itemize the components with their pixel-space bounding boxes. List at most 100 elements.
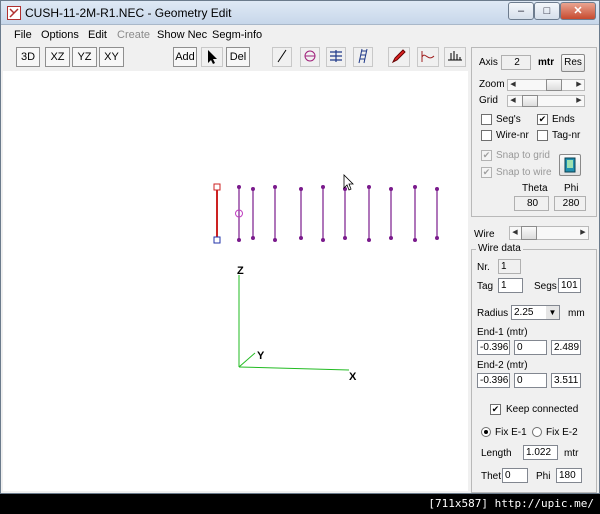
zoom-left-arrow-icon[interactable]: ◀ xyxy=(508,80,518,90)
ground-button[interactable] xyxy=(444,47,466,67)
theta-short-field[interactable]: 0 xyxy=(502,468,528,483)
book-button[interactable] xyxy=(559,154,581,176)
window-title: CUSH-11-2M-R1.NEC - Geometry Edit xyxy=(25,6,232,20)
radius-label: Radius xyxy=(477,308,509,319)
keep-connected-checkbox[interactable]: ✔ xyxy=(490,404,501,415)
menu-file[interactable]: File xyxy=(14,29,32,41)
stack-button[interactable] xyxy=(326,47,346,67)
add-button[interactable]: Add xyxy=(173,47,197,67)
view-xz-button[interactable]: XZ xyxy=(45,47,70,67)
wire-slider-thumb[interactable] xyxy=(521,226,537,240)
wire-end-point[interactable] xyxy=(367,238,371,242)
end2-y-field[interactable]: 0 xyxy=(514,373,547,388)
image-host-footer: [711x587] http://upic.me/ xyxy=(0,494,600,514)
menu-show-nec[interactable]: Show Nec xyxy=(157,29,207,41)
zoom-right-arrow-icon[interactable]: ▶ xyxy=(574,80,584,90)
end2-x-field[interactable]: -0.396 xyxy=(477,373,510,388)
grid-right-arrow-icon[interactable]: ▶ xyxy=(574,96,584,106)
menu-create[interactable]: Create xyxy=(117,29,150,41)
wire-end-point[interactable] xyxy=(251,236,255,240)
wire-end-point[interactable] xyxy=(413,185,417,189)
y-axis xyxy=(238,352,256,368)
del-button[interactable]: Del xyxy=(226,47,250,67)
length-field[interactable]: 1.022 xyxy=(523,445,558,460)
tag-field[interactable]: 1 xyxy=(498,278,523,293)
geometry-edit-window: CUSH-11-2M-R1.NEC - Geometry Edit – □ ✕ … xyxy=(0,0,600,494)
wire-end-point[interactable] xyxy=(343,236,347,240)
wire-end-point[interactable] xyxy=(389,187,393,191)
pencil-button[interactable] xyxy=(388,47,410,67)
ladder-button[interactable] xyxy=(353,47,373,67)
wire-end-point[interactable] xyxy=(413,238,417,242)
wire-end-point[interactable] xyxy=(299,187,303,191)
wire-right-arrow-icon[interactable]: ▶ xyxy=(578,228,588,238)
wire-end-point[interactable] xyxy=(435,187,439,191)
dropdown-arrow-icon[interactable]: ▼ xyxy=(546,306,559,319)
wire-end-point[interactable] xyxy=(321,185,325,189)
wire-end-point[interactable] xyxy=(237,185,241,189)
view-xy-button[interactable]: XY xyxy=(99,47,124,67)
geometry-drawing[interactable]: Z Y X xyxy=(3,71,468,491)
wire-left-arrow-icon[interactable]: ◀ xyxy=(510,228,520,238)
reset-button[interactable]: Res xyxy=(561,54,585,72)
pointer-button[interactable] xyxy=(201,47,223,67)
keep-connected-label: Keep connected xyxy=(506,404,579,415)
geometry-canvas[interactable]: Z Y X xyxy=(3,71,468,491)
maximize-button[interactable]: □ xyxy=(534,2,560,20)
zoom-slider[interactable]: ◀ ▶ xyxy=(507,79,585,91)
end1-z-field[interactable]: 2.489 xyxy=(551,340,581,355)
fix-e1-label: Fix E-1 xyxy=(495,427,527,438)
wire-end-point[interactable] xyxy=(273,238,277,242)
grid-left-arrow-icon[interactable]: ◀ xyxy=(508,96,518,106)
wire-end-point[interactable] xyxy=(321,238,325,242)
title-bar: CUSH-11-2M-R1.NEC - Geometry Edit – □ ✕ xyxy=(1,1,599,25)
waveform-icon xyxy=(421,51,435,62)
waveform-button[interactable] xyxy=(417,47,439,67)
wire-end-point[interactable] xyxy=(435,236,439,240)
segs-label: Seg's xyxy=(496,114,521,125)
wire-slider[interactable]: ◀ ▶ xyxy=(509,226,589,240)
wire-end2-handle[interactable] xyxy=(213,236,221,244)
end1-y-field[interactable]: 0 xyxy=(514,340,547,355)
phi-short-field[interactable]: 180 xyxy=(556,468,582,483)
book-icon xyxy=(564,157,576,173)
wire-end-point[interactable] xyxy=(299,236,303,240)
wire-nr-label: Wire-nr xyxy=(496,130,529,141)
menu-options[interactable]: Options xyxy=(41,29,79,41)
theta-short-label: Thet xyxy=(481,471,502,482)
wire-end-point[interactable] xyxy=(251,187,255,191)
fix-e1-radio[interactable] xyxy=(481,427,491,437)
app-icon xyxy=(7,6,21,20)
minimize-button[interactable]: – xyxy=(508,2,534,20)
wire-nr-checkbox[interactable] xyxy=(481,130,492,141)
snap-grid-checkbox[interactable]: ✔ xyxy=(481,150,492,161)
helix-button[interactable] xyxy=(300,47,320,67)
wire-end-point[interactable] xyxy=(273,185,277,189)
phi-short-label: Phi xyxy=(536,471,551,482)
view-yz-button[interactable]: YZ xyxy=(72,47,97,67)
ends-checkbox[interactable]: ✔ xyxy=(537,114,548,125)
grid-slider-thumb[interactable] xyxy=(522,95,538,107)
end2-z-field[interactable]: 3.511 xyxy=(551,373,581,388)
menu-segm-info[interactable]: Segm-info xyxy=(212,29,262,41)
wire-end-point[interactable] xyxy=(237,238,241,242)
stack-icon xyxy=(330,50,342,62)
view-3d-button[interactable]: 3D xyxy=(16,47,40,67)
menu-edit[interactable]: Edit xyxy=(88,29,107,41)
wire-end-point[interactable] xyxy=(389,236,393,240)
draw-wire-button[interactable] xyxy=(272,47,292,67)
wire-end1-handle[interactable] xyxy=(213,183,221,191)
tag-nr-checkbox[interactable] xyxy=(537,130,548,141)
wire-end-point[interactable] xyxy=(367,185,371,189)
segs-field[interactable]: 101 xyxy=(558,278,581,293)
ladder-icon xyxy=(358,48,368,64)
zoom-slider-thumb[interactable] xyxy=(546,79,562,91)
segs-checkbox[interactable] xyxy=(481,114,492,125)
radius-select[interactable]: 2.25 ▼ xyxy=(511,305,560,320)
end1-x-field[interactable]: -0.396 xyxy=(477,340,510,355)
fix-e2-radio[interactable] xyxy=(532,427,542,437)
axis-unit: mtr xyxy=(538,57,555,68)
grid-slider[interactable]: ◀ ▶ xyxy=(507,95,585,107)
close-button[interactable]: ✕ xyxy=(560,2,596,20)
snap-wire-checkbox[interactable]: ✔ xyxy=(481,167,492,178)
